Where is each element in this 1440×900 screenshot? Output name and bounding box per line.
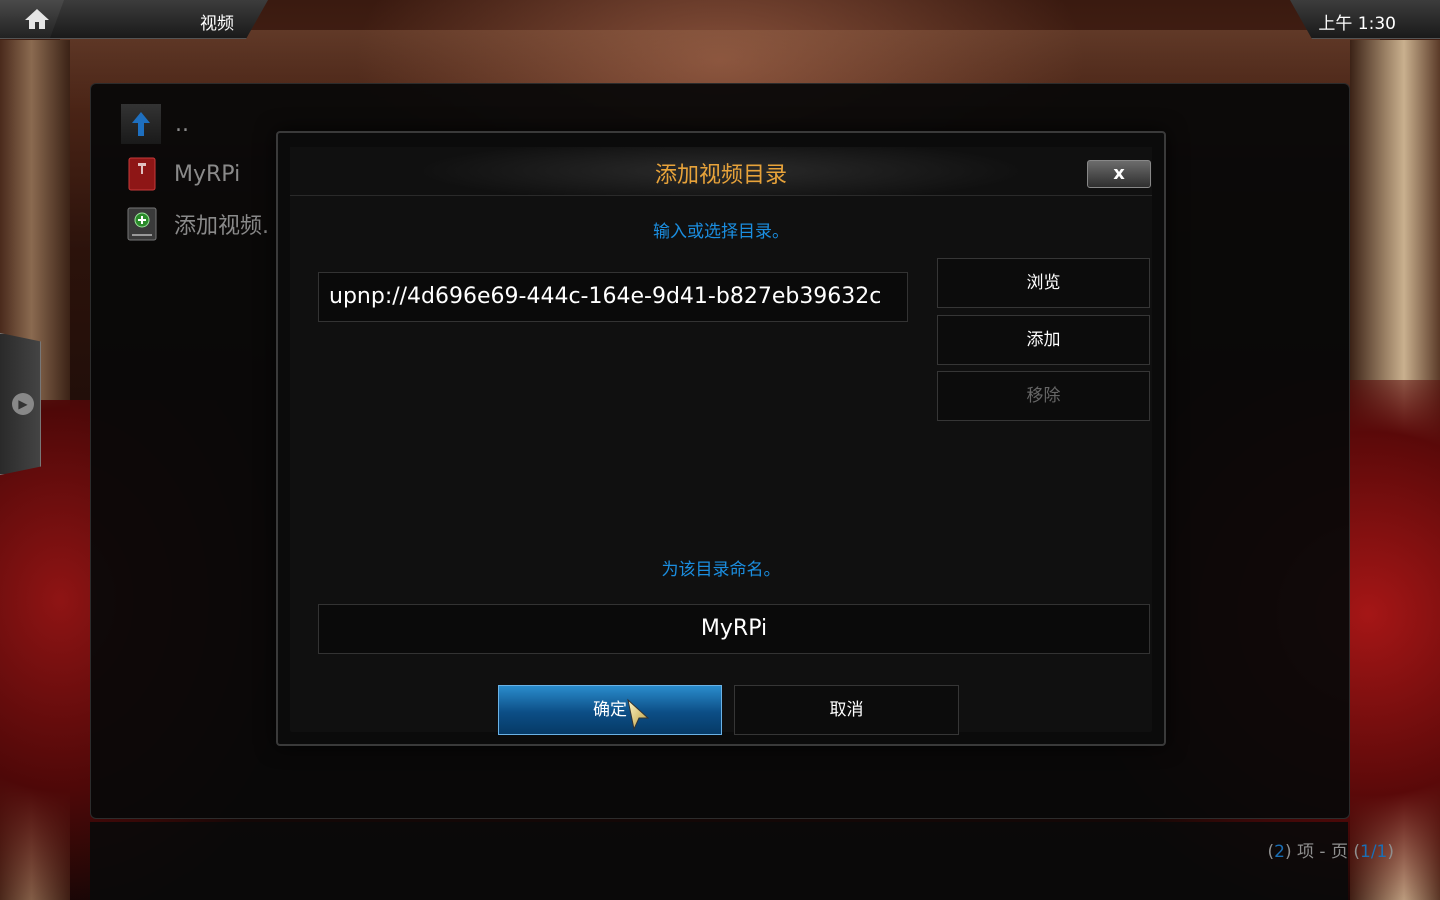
name-prompt: 为该目录命名。 [661, 560, 781, 580]
list-item-label: .. [175, 111, 189, 137]
add-button[interactable]: 添加 [937, 315, 1150, 365]
browse-button[interactable]: 浏览 [937, 258, 1150, 308]
list-item-myrpi[interactable]: MyRPi [126, 154, 240, 194]
items-text: ) 项 - 页 ( [1284, 842, 1360, 862]
item-count: 2 [1274, 842, 1285, 862]
dialog-header: 添加视频目录 [290, 147, 1152, 196]
ok-button[interactable]: 确定 [498, 685, 722, 735]
footer-strip [90, 822, 1348, 900]
page-number: 1/1 [1360, 842, 1388, 862]
remove-button[interactable]: 移除 [937, 371, 1150, 421]
dialog-title: 添加视频目录 [654, 163, 787, 188]
add-source-icon [126, 206, 158, 242]
folder-icon [126, 156, 158, 192]
page-title: 视频 [200, 14, 234, 34]
up-arrow-icon [121, 104, 161, 144]
page-info: (2) 项 - 页 (1/1) [1268, 837, 1394, 862]
list-item-label: 添加视频. [174, 214, 269, 239]
source-path-input[interactable]: upnp://4d696e69-444c-164e-9d41-b827eb396… [318, 272, 908, 322]
mouse-cursor-icon [627, 698, 650, 731]
source-name-input[interactable]: MyRPi [318, 604, 1150, 654]
path-prompt: 输入或选择目录。 [653, 222, 789, 242]
paren-close: ) [1387, 842, 1394, 862]
list-item-label: MyRPi [174, 161, 241, 187]
home-icon [24, 8, 50, 30]
list-item-parent[interactable]: .. [121, 104, 189, 144]
dialog-body: 添加视频目录 x 输入或选择目录。 upnp://4d696e69-444c-1… [290, 147, 1152, 735]
side-menu-tab[interactable]: ▶ [0, 333, 41, 475]
chevron-right-icon: ▶ [12, 393, 34, 415]
list-item-add-video[interactable]: 添加视频. [126, 204, 269, 244]
add-video-source-dialog: 添加视频目录 x 输入或选择目录。 upnp://4d696e69-444c-1… [276, 131, 1166, 746]
clock: 上午 1:30 [1318, 14, 1396, 34]
cancel-button[interactable]: 取消 [734, 685, 959, 735]
close-button[interactable]: x [1087, 160, 1151, 188]
